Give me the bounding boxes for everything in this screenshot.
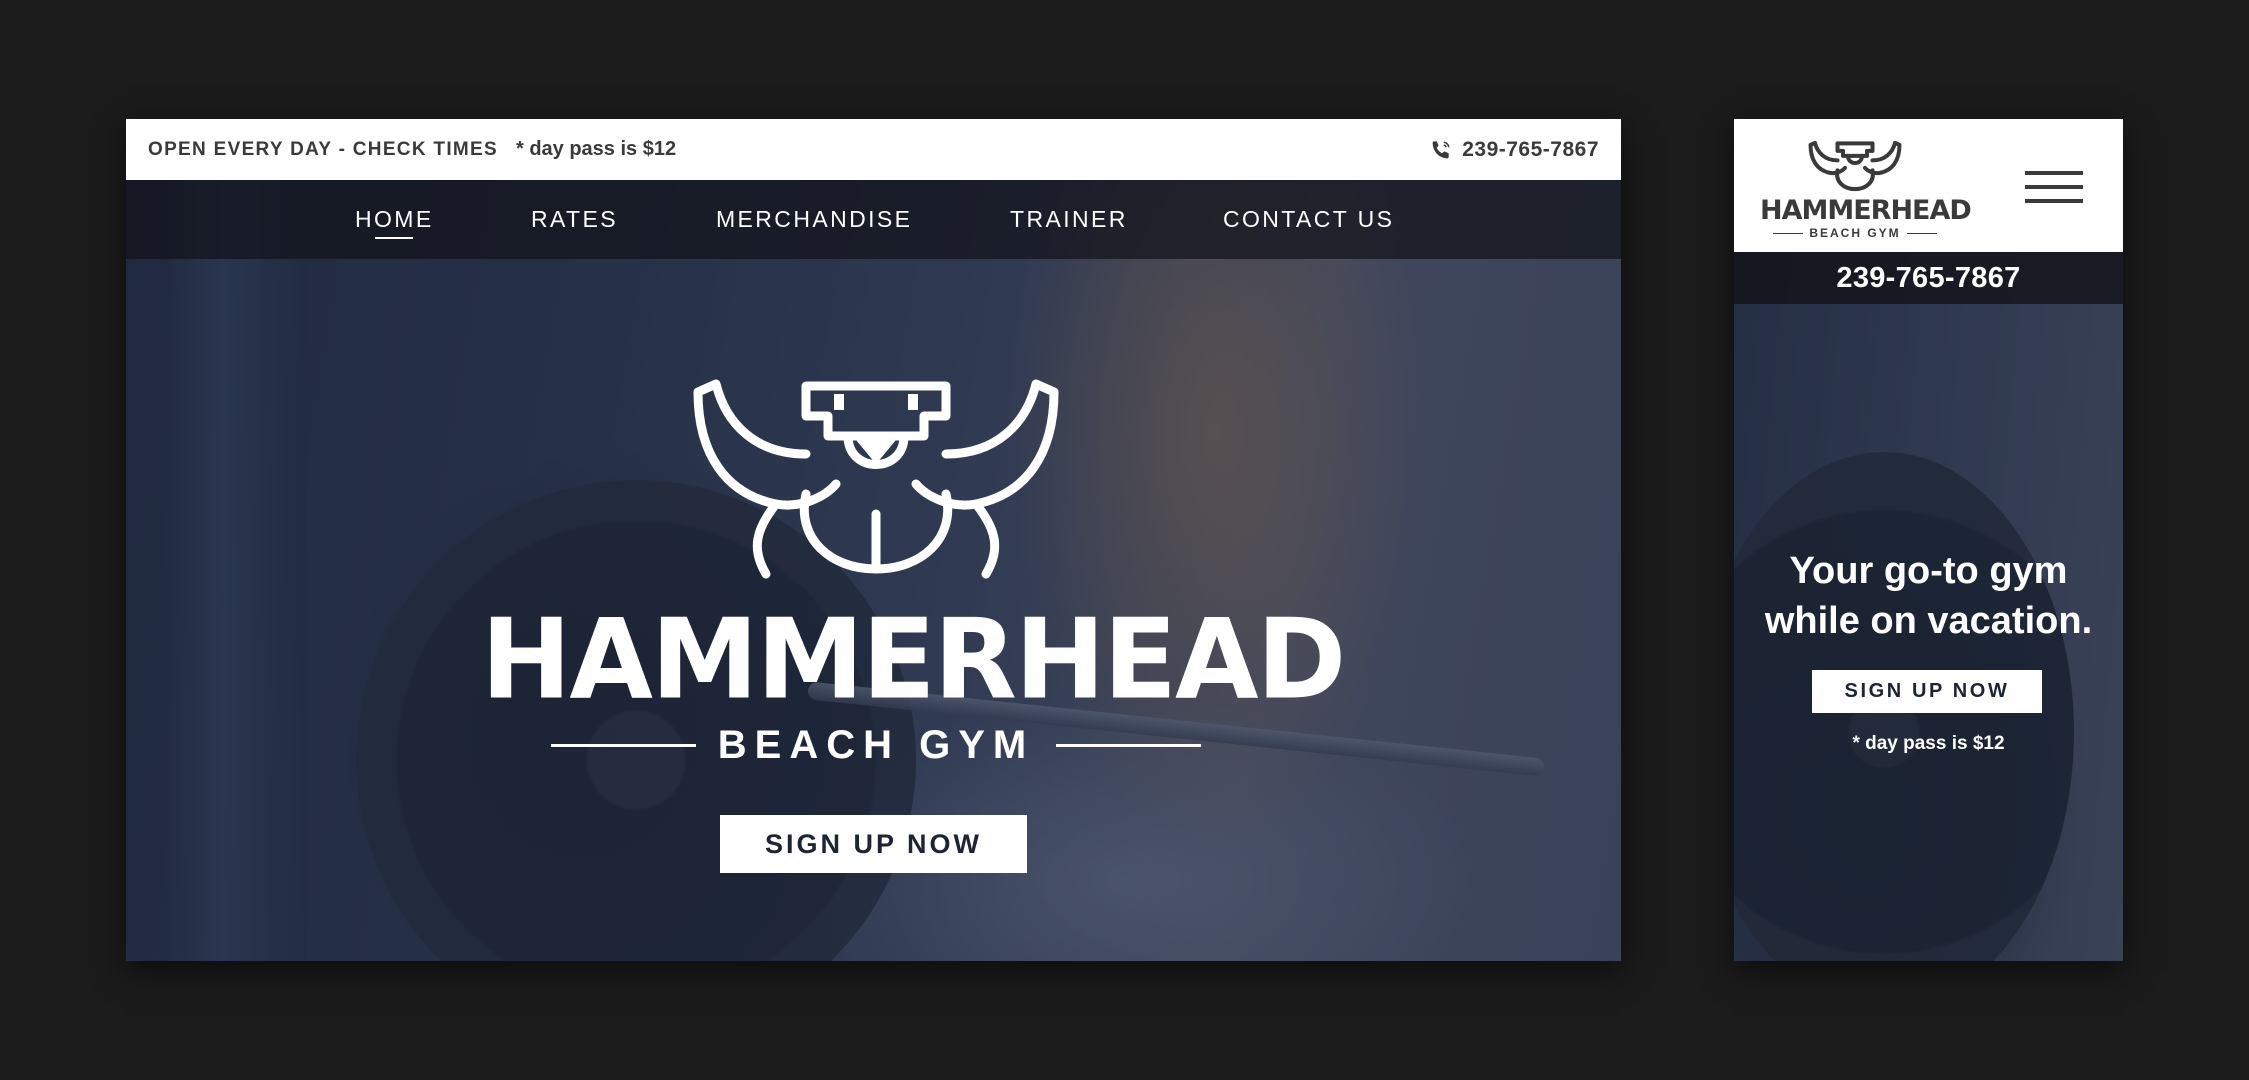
- phone-number-link[interactable]: 239-765-7867: [1462, 138, 1599, 162]
- divider: [1773, 232, 1804, 234]
- brand-subtitle: BEACH GYM: [481, 723, 1271, 768]
- mobile-brand-subtitle: BEACH GYM: [1760, 226, 1950, 240]
- mobile-mockup: HAMMERHEAD BEACH GYM 239-765-7867 Your g…: [1734, 119, 2123, 961]
- divider: [1056, 744, 1202, 747]
- sign-up-button[interactable]: SIGN UP NOW: [720, 815, 1027, 873]
- nav-item-trainer[interactable]: TRAINER: [1010, 180, 1128, 259]
- brand-name: HAMMERHEAD: [481, 596, 1346, 725]
- nav-item-rates[interactable]: RATES: [531, 180, 618, 259]
- mobile-headline: Your go-to gym while on vacation.: [1734, 546, 2123, 646]
- mobile-day-pass-note: * day pass is $12: [1852, 733, 2005, 754]
- mobile-header: HAMMERHEAD BEACH GYM: [1734, 119, 2123, 252]
- headline-line-2: while on vacation.: [1764, 600, 2093, 642]
- mobile-brand-sub-label: BEACH GYM: [1809, 226, 1901, 240]
- desktop-mockup: OPEN EVERY DAY - CHECK TIMES * day pass …: [126, 119, 1621, 961]
- nav-item-merchandise[interactable]: MERCHANDISE: [716, 180, 912, 259]
- muscle-hammerhead-icon: [1808, 140, 1902, 192]
- top-info-bar: OPEN EVERY DAY - CHECK TIMES * day pass …: [126, 119, 1621, 180]
- day-pass-note: * day pass is $12: [515, 138, 677, 160]
- muscle-hammerhead-icon: [693, 379, 1059, 579]
- nav-item-home[interactable]: HOME: [355, 180, 434, 259]
- hamburger-menu-icon[interactable]: [2025, 171, 2083, 203]
- divider: [1906, 232, 1937, 234]
- main-nav: HOME RATES MERCHANDISE TRAINER CONTACT U…: [126, 180, 1621, 259]
- opening-hours-link[interactable]: OPEN EVERY DAY - CHECK TIMES: [148, 139, 498, 161]
- brand-sub-label: BEACH GYM: [717, 723, 1035, 767]
- divider: [550, 744, 696, 747]
- mobile-phone-number-link[interactable]: 239-765-7867: [1734, 252, 2123, 304]
- hero-logo: HAMMERHEAD BEACH GYM: [481, 364, 1346, 768]
- nav-item-contact-us[interactable]: CONTACT US: [1223, 180, 1394, 259]
- mobile-sign-up-button[interactable]: SIGN UP NOW: [1812, 670, 2042, 713]
- headline-line-1: Your go-to gym: [1789, 550, 2068, 592]
- phone-icon: [1430, 139, 1452, 161]
- mobile-brand-name: HAMMERHEAD: [1760, 195, 1972, 226]
- mobile-logo[interactable]: HAMMERHEAD BEACH GYM: [1760, 137, 1972, 240]
